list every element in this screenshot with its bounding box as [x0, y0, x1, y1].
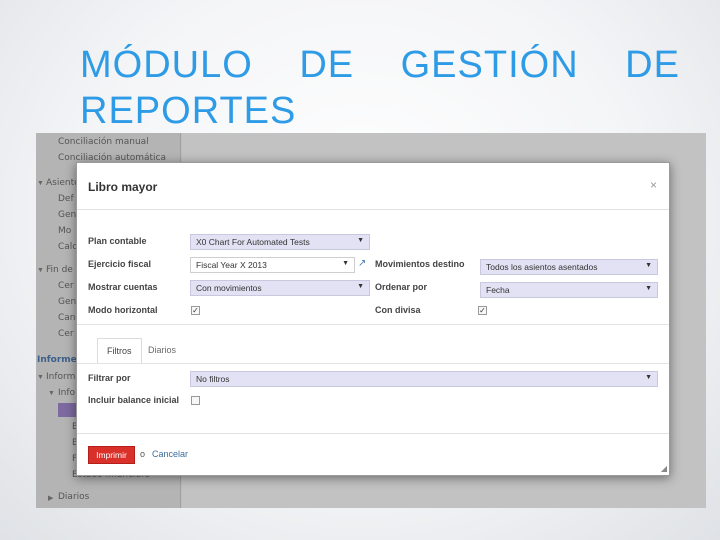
sidebar-item[interactable]: Def: [58, 194, 74, 204]
filtrar-por-select[interactable]: No filtros ▼: [190, 371, 658, 387]
or-text: o: [140, 449, 146, 459]
dropdown-caret-icon: ▼: [645, 285, 652, 292]
con-divisa-checkbox[interactable]: ✓: [478, 306, 487, 315]
section-divider: [77, 324, 669, 325]
tab-filtros[interactable]: Filtros: [97, 338, 142, 364]
plan-contable-select[interactable]: X0 Chart For Automated Tests ▼: [190, 234, 370, 250]
incluir-balance-label: Incluir balance inicial: [88, 395, 180, 405]
sidebar-item[interactable]: Conciliación manual: [58, 137, 149, 147]
plan-contable-value: X0 Chart For Automated Tests: [196, 237, 310, 247]
movimientos-destino-label: Movimientos destino: [375, 259, 465, 269]
sidebar-item[interactable]: Calc: [58, 242, 77, 252]
sidebar-item[interactable]: Cer: [58, 329, 74, 339]
movimientos-destino-select[interactable]: Todos los asientos asentados ▼: [480, 259, 658, 275]
caret-down-icon[interactable]: ▼: [37, 374, 44, 381]
ejercicio-fiscal-label: Ejercicio fiscal: [88, 259, 152, 269]
external-link-icon[interactable]: ↗: [358, 258, 366, 269]
cancel-link[interactable]: Cancelar: [152, 449, 188, 459]
tabs-divider: [77, 363, 669, 364]
title-word: GESTIÓN: [400, 44, 579, 86]
sidebar-item[interactable]: Gen: [58, 297, 76, 307]
incluir-balance-checkbox[interactable]: [191, 396, 200, 405]
libro-mayor-dialog: Libro mayor × Plan contable X0 Chart For…: [76, 162, 670, 476]
sidebar-item[interactable]: Gen: [58, 210, 76, 220]
sidebar-item[interactable]: Cer: [58, 281, 74, 291]
plan-contable-label: Plan contable: [88, 236, 147, 246]
filtrar-por-label: Filtrar por: [88, 373, 131, 383]
print-button[interactable]: Imprimir: [88, 446, 135, 464]
ordenar-por-label: Ordenar por: [375, 282, 428, 292]
sidebar-item[interactable]: Info: [58, 388, 75, 398]
dialog-header: Libro mayor ×: [77, 163, 669, 210]
resize-handle-icon[interactable]: ◢: [661, 464, 667, 473]
ordenar-por-value: Fecha: [486, 285, 510, 295]
sidebar-item[interactable]: Mo: [58, 226, 71, 236]
dropdown-caret-icon: ▼: [645, 374, 652, 381]
caret-down-icon[interactable]: ▼: [37, 180, 44, 187]
ordenar-por-select[interactable]: Fecha ▼: [480, 282, 658, 298]
dropdown-caret-icon: ▼: [342, 260, 349, 267]
dialog-footer: Imprimir o Cancelar ◢: [77, 433, 669, 475]
slide-title-line-1: MÓDULO DE GESTIÓN DE: [80, 42, 680, 88]
title-word: DE: [625, 44, 680, 86]
mostrar-cuentas-label: Mostrar cuentas: [88, 282, 158, 292]
ejercicio-fiscal-select[interactable]: Fiscal Year X 2013 ▼: [190, 257, 355, 273]
tab-diarios[interactable]: Diarios: [139, 338, 185, 362]
caret-right-icon[interactable]: ▶: [48, 494, 53, 502]
ejercicio-fiscal-value: Fiscal Year X 2013: [196, 260, 267, 270]
title-word: DE: [299, 44, 355, 86]
slide-title: MÓDULO DE GESTIÓN DE REPORTES: [80, 42, 680, 134]
title-word: MÓDULO: [80, 44, 253, 86]
mostrar-cuentas-value: Con movimientos: [196, 283, 262, 293]
sidebar-item[interactable]: Can: [58, 313, 76, 323]
con-divisa-label: Con divisa: [375, 305, 421, 315]
dropdown-caret-icon: ▼: [357, 283, 364, 290]
close-icon[interactable]: ×: [650, 178, 657, 192]
sidebar-section-header: Informe: [37, 355, 77, 365]
mostrar-cuentas-select[interactable]: Con movimientos ▼: [190, 280, 370, 296]
dropdown-caret-icon: ▼: [645, 262, 652, 269]
modo-horizontal-checkbox[interactable]: ✓: [191, 306, 200, 315]
caret-down-icon[interactable]: ▼: [37, 267, 44, 274]
sidebar-item[interactable]: Diarios: [58, 492, 89, 502]
movimientos-destino-value: Todos los asientos asentados: [486, 262, 598, 272]
dialog-title: Libro mayor: [88, 180, 158, 194]
modo-horizontal-label: Modo horizontal: [88, 305, 158, 315]
dropdown-caret-icon: ▼: [357, 237, 364, 244]
filtrar-por-value: No filtros: [196, 374, 230, 384]
slide-title-line-2: REPORTES: [80, 90, 297, 132]
caret-down-icon[interactable]: ▼: [48, 390, 55, 397]
